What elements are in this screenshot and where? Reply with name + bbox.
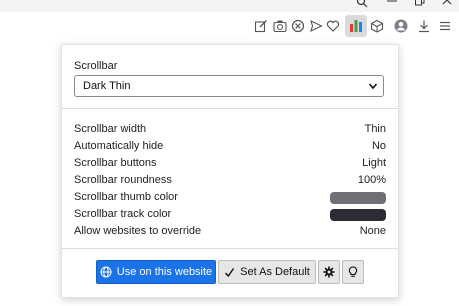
menu-icon[interactable] <box>437 18 453 34</box>
setting-value: None <box>359 225 386 237</box>
setting-row-track-color[interactable]: Scrollbar track color <box>74 207 386 223</box>
setting-label: Automatically hide <box>74 140 164 152</box>
checkmark-icon <box>224 267 235 278</box>
close-icon[interactable] <box>441 0 453 11</box>
thumb-color-swatch[interactable] <box>330 192 386 204</box>
search-icon[interactable] <box>356 0 368 11</box>
heart-icon[interactable] <box>325 18 341 34</box>
scrollbar-label: Scrollbar <box>74 60 118 72</box>
scrollbar-extension-icon[interactable] <box>345 15 367 37</box>
setting-row-scrollbar-width[interactable]: Scrollbar width Thin <box>74 122 386 138</box>
use-on-website-label: Use on this website <box>116 266 213 278</box>
settings-button[interactable] <box>318 260 340 284</box>
setting-label: Scrollbar roundness <box>74 174 172 186</box>
profile-icon[interactable] <box>393 18 409 34</box>
download-icon[interactable] <box>416 18 432 34</box>
setting-row-automatically-hide[interactable]: Automatically hide No <box>74 139 386 155</box>
send-icon[interactable] <box>308 18 324 34</box>
restore-icon[interactable] <box>414 0 426 11</box>
setting-value: Thin <box>364 123 386 135</box>
chevron-down-icon <box>368 83 378 90</box>
cube-icon[interactable] <box>369 18 385 34</box>
camera-icon[interactable] <box>272 18 288 34</box>
scrollbar-preset-value: Dark Thin <box>83 80 131 92</box>
setting-label: Scrollbar thumb color <box>74 191 178 203</box>
setting-row-scrollbar-roundness[interactable]: Scrollbar roundness 100% <box>74 173 386 189</box>
browser-window: Scrollbar Dark Thin Scrollbar width Thin… <box>0 0 459 306</box>
title-bar <box>0 0 459 12</box>
setting-value: 100% <box>357 174 386 186</box>
block-icon[interactable] <box>290 18 306 34</box>
setting-row-allow-override[interactable]: Allow websites to override None <box>74 224 386 240</box>
set-as-default-button[interactable]: Set As Default <box>218 260 316 284</box>
use-on-website-button[interactable]: Use on this website <box>96 260 216 284</box>
setting-row-thumb-color[interactable]: Scrollbar thumb color <box>74 190 386 206</box>
globe-icon <box>100 266 112 278</box>
divider <box>62 108 398 109</box>
minimize-icon[interactable] <box>386 0 398 11</box>
setting-value: No <box>371 140 386 152</box>
extension-popup: Scrollbar Dark Thin Scrollbar width Thin… <box>61 44 399 298</box>
setting-value: Light <box>362 157 386 169</box>
browser-toolbar <box>0 12 459 40</box>
setting-label: Allow websites to override <box>74 225 202 237</box>
setting-label: Scrollbar buttons <box>74 157 157 169</box>
tips-button[interactable] <box>342 260 364 284</box>
gear-icon <box>323 266 335 278</box>
scrollbar-preset-select[interactable]: Dark Thin <box>74 75 384 97</box>
setting-row-scrollbar-buttons[interactable]: Scrollbar buttons Light <box>74 156 386 172</box>
edit-icon[interactable] <box>253 18 269 34</box>
track-color-swatch[interactable] <box>330 209 386 221</box>
set-as-default-label: Set As Default <box>240 266 310 278</box>
lightbulb-icon <box>347 266 359 278</box>
divider <box>62 248 398 249</box>
setting-label: Scrollbar track color <box>74 208 172 220</box>
setting-label: Scrollbar width <box>74 123 147 135</box>
